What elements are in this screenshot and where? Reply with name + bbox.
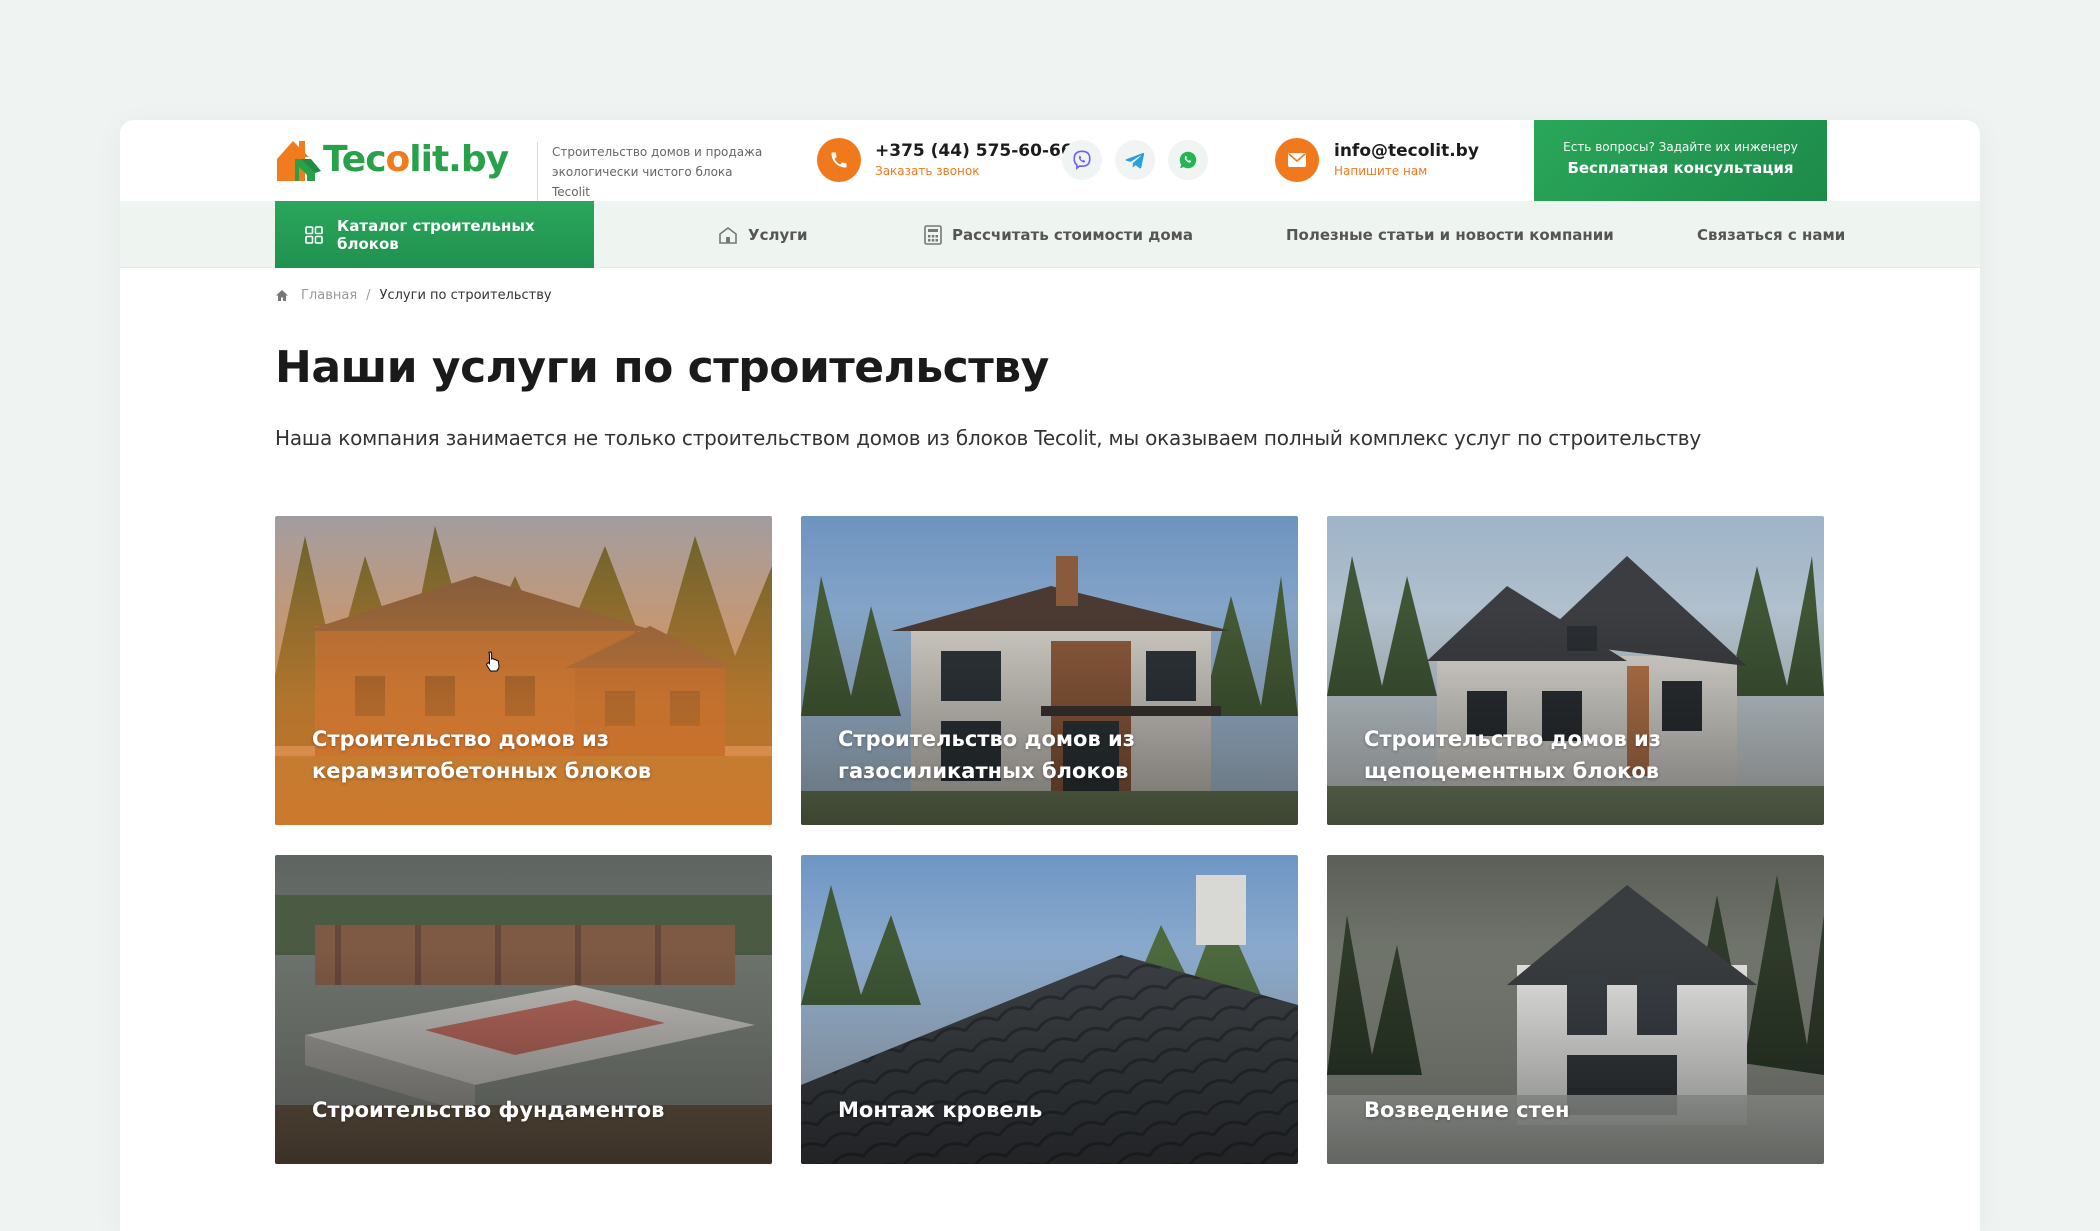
nav-catalog-button[interactable]: Каталог строительных блоков (275, 201, 594, 268)
phone-icon[interactable] (817, 138, 861, 182)
nav-calculate-label: Рассчитать стоимости дома (952, 225, 1194, 244)
breadcrumb: Главная / Услуги по строительству (275, 288, 552, 303)
service-card-label: Монтаж кровель (838, 1098, 1043, 1122)
request-call-link[interactable]: Заказать звонок (875, 162, 1073, 180)
breadcrumb-separator: / (366, 288, 371, 303)
page-title: Наши услуги по строительству (275, 342, 1049, 393)
phone-block: +375 (44) 575-60-66 Заказать звонок (875, 140, 1073, 180)
nav-catalog-label: Каталог строительных блоков (337, 216, 535, 253)
nav-calculate[interactable]: Рассчитать стоимости дома (924, 201, 1193, 268)
nav-articles[interactable]: Полезные статьи и новости компании (1286, 201, 1614, 268)
service-card-label: Строительство домов из газосиликатных бл… (838, 727, 1135, 783)
service-card[interactable]: Строительство домов из щепоцементных бло… (1327, 516, 1824, 825)
page-card: Tecolit.by Строительство домов и продажа… (120, 120, 1980, 1231)
breadcrumb-home[interactable]: Главная (301, 288, 357, 303)
service-card[interactable]: Строительство домов из керамзитобетонных… (275, 516, 772, 825)
service-card[interactable]: Монтаж кровель (801, 855, 1298, 1164)
phone-number[interactable]: +375 (44) 575-60-66 (875, 140, 1073, 162)
page-intro: Наша компания занимается не только строи… (275, 426, 1702, 450)
tagline: Строительство домов и продажа экологичес… (537, 142, 767, 202)
consult-subtitle: Есть вопросы? Задайте их инженеру (1563, 140, 1798, 154)
service-card-label: Строительство фундаментов (312, 1098, 665, 1122)
service-card-label: Строительство домов из керамзитобетонных… (312, 727, 652, 783)
house-logo-icon (277, 141, 321, 181)
logo-text-part: lit.by (409, 139, 509, 180)
calculator-icon (924, 224, 942, 245)
service-card[interactable]: Возведение стен (1327, 855, 1824, 1164)
mail-icon[interactable] (1275, 138, 1319, 182)
service-card[interactable]: Строительство домов из газосиликатных бл… (801, 516, 1298, 825)
hand-cursor-icon (486, 651, 500, 672)
breadcrumb-current: Услуги по строительству (379, 288, 552, 303)
grid-icon (305, 225, 323, 244)
nav-contact[interactable]: Связаться с нами (1697, 201, 1845, 268)
logo[interactable]: Tecolit.by (275, 134, 509, 186)
email-block: info@tecolit.by Напишите нам (1334, 140, 1479, 180)
service-card-label: Строительство домов из щепоцементных бло… (1364, 727, 1661, 783)
nav-contact-label: Связаться с нами (1697, 225, 1846, 244)
write-us-link[interactable]: Напишите нам (1334, 162, 1479, 180)
free-consultation-button[interactable]: Есть вопросы? Задайте их инженеру Беспла… (1534, 120, 1827, 201)
viber-icon[interactable] (1062, 140, 1102, 180)
site-header: Tecolit.by Строительство домов и продажа… (120, 120, 1980, 202)
logo-text-part: Tec (323, 139, 387, 180)
nav-services-label: Услуги (748, 225, 808, 244)
consult-title: Бесплатная консультация (1567, 159, 1794, 177)
service-card[interactable]: Строительство фундаментов (275, 855, 772, 1164)
telegram-icon[interactable] (1115, 140, 1155, 180)
whatsapp-icon[interactable] (1168, 140, 1208, 180)
logo-text-part: o (385, 139, 411, 180)
nav-services[interactable]: Услуги (718, 201, 808, 268)
service-card-label: Возведение стен (1364, 1098, 1570, 1122)
house-icon (718, 226, 738, 244)
main-nav: Каталог строительных блоков Услуги Рассч… (120, 201, 1980, 268)
email-address[interactable]: info@tecolit.by (1334, 140, 1479, 162)
nav-articles-label: Полезные статьи и новости компании (1286, 225, 1614, 244)
home-icon[interactable] (275, 289, 289, 302)
